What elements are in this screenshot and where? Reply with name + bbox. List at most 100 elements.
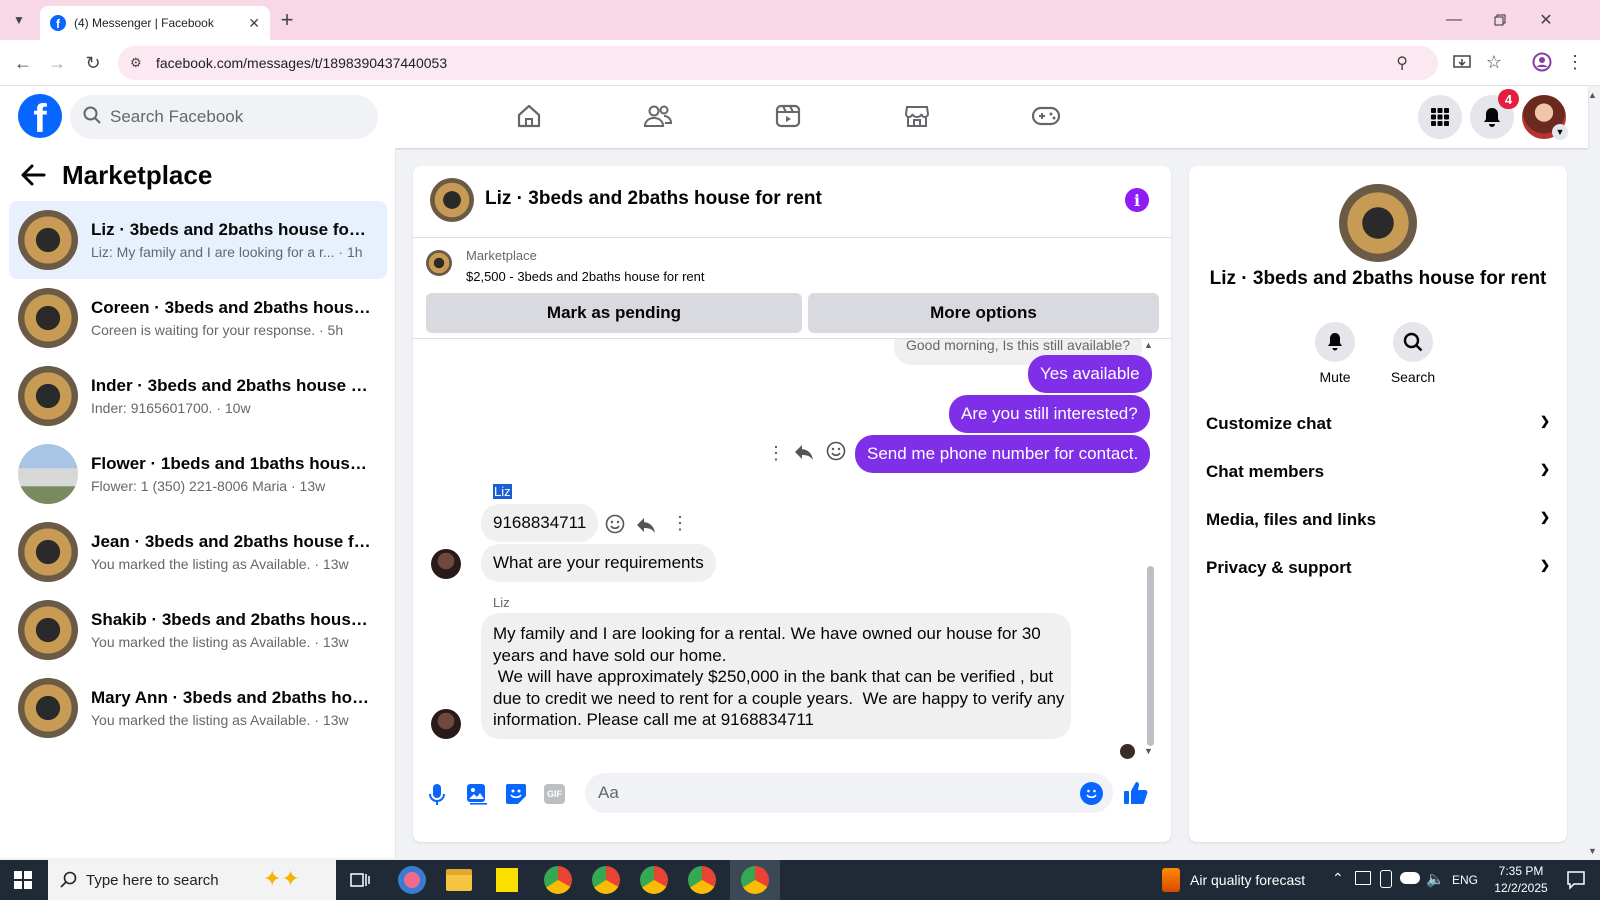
conversation-item[interactable]: Liz · 3beds and 2baths house for r... Liz… xyxy=(9,201,387,279)
url-field[interactable]: ⚙ facebook.com/messages/t/18983904374400… xyxy=(118,46,1438,80)
app-icon[interactable] xyxy=(398,866,426,894)
chat-header-avatar[interactable] xyxy=(430,178,474,222)
browser-menu-icon[interactable]: ⋮ xyxy=(1566,50,1584,74)
tray-chevron-up-icon[interactable]: ⌃ xyxy=(1332,870,1344,887)
chrome-profile-icon[interactable] xyxy=(640,866,668,894)
install-app-icon[interactable] xyxy=(1450,52,1474,74)
mute-button[interactable] xyxy=(1315,322,1355,362)
conversation-item[interactable]: Coreen · 3beds and 2baths house f... Core… xyxy=(9,279,387,357)
message-more-icon[interactable]: ⋮ xyxy=(671,513,689,534)
conversation-item[interactable]: Mary Ann · 3beds and 2baths hou... You ma… xyxy=(9,669,387,747)
conversation-preview: You marked the listing as Available. · 1… xyxy=(91,712,349,728)
page-scroll-up-icon[interactable]: ▲ xyxy=(1588,90,1597,100)
tab-list-icon[interactable]: ▼ xyxy=(8,10,30,30)
browser-tab[interactable]: f (4) Messenger | Facebook ✕ xyxy=(40,6,270,40)
close-tab-icon[interactable]: ✕ xyxy=(248,15,260,32)
minimize-icon[interactable]: — xyxy=(1442,8,1466,32)
conversation-item[interactable]: Inder · 3beds and 2baths house fo... Inde… xyxy=(9,357,387,435)
sticker-icon[interactable] xyxy=(505,783,527,810)
chrome-icon[interactable] xyxy=(544,866,572,894)
back-arrow-icon[interactable] xyxy=(20,164,46,191)
start-windows-icon[interactable] xyxy=(14,871,32,894)
taskbar-search-input[interactable]: Type here to search ✦✦ xyxy=(48,860,336,900)
privacy-support-section[interactable]: Privacy & support ❯ xyxy=(1206,558,1550,578)
friends-icon[interactable] xyxy=(640,100,676,132)
facebook-search-input[interactable]: Search Facebook xyxy=(70,95,378,139)
site-info-icon[interactable]: ⚙ xyxy=(130,55,142,71)
forward-icon[interactable]: → xyxy=(44,50,70,76)
search-label: Search xyxy=(1390,369,1436,385)
listing-thumbnail[interactable] xyxy=(426,250,452,276)
weather-icon[interactable] xyxy=(1162,868,1180,892)
chrome-profile-icon[interactable] xyxy=(688,866,716,894)
volume-icon[interactable]: 🔈 xyxy=(1426,870,1445,888)
sticky-notes-icon[interactable] xyxy=(496,868,518,892)
emoji-icon[interactable] xyxy=(1080,782,1103,805)
sender-avatar[interactable] xyxy=(431,549,461,579)
message-more-icon[interactable]: ⋮ xyxy=(767,443,785,464)
meet-now-icon[interactable] xyxy=(1380,870,1392,888)
scroll-up-icon[interactable]: ▲ xyxy=(1144,340,1153,350)
network-icon[interactable] xyxy=(1355,871,1371,885)
customize-chat-section[interactable]: Customize chat ❯ xyxy=(1206,414,1550,434)
notification-center-icon[interactable] xyxy=(1566,870,1586,895)
scroll-down-icon[interactable]: ▼ xyxy=(1144,746,1153,756)
info-title: Liz · 3beds and 2baths house for rent xyxy=(1209,268,1547,289)
reload-icon[interactable]: ↻ xyxy=(80,50,106,76)
thumbs-up-icon[interactable] xyxy=(1123,780,1149,811)
react-emoji-icon[interactable] xyxy=(605,514,625,539)
new-tab-icon[interactable]: + xyxy=(276,7,298,32)
info-icon[interactable]: i xyxy=(1125,188,1149,212)
clock-time[interactable]: 7:35 PM xyxy=(1488,864,1554,878)
zoom-icon[interactable]: ⚲ xyxy=(1396,53,1408,73)
chrome-profile-icon-active[interactable] xyxy=(741,866,769,894)
seen-avatar xyxy=(1120,744,1135,759)
info-avatar[interactable] xyxy=(1339,184,1417,262)
message-input[interactable]: Aa xyxy=(585,773,1113,813)
onedrive-cloud-icon[interactable] xyxy=(1400,872,1420,884)
marketplace-icon[interactable] xyxy=(899,100,935,132)
voice-clip-icon[interactable] xyxy=(428,783,446,812)
reply-icon[interactable] xyxy=(636,516,656,539)
chat-scrollbar-thumb[interactable] xyxy=(1147,566,1154,746)
more-options-button[interactable]: More options xyxy=(808,293,1159,333)
conversation-item[interactable]: Flower · 1beds and 1baths house f... Flow… xyxy=(9,435,387,513)
page-scroll-down-icon[interactable]: ▼ xyxy=(1588,846,1597,856)
search-in-chat-button[interactable] xyxy=(1393,322,1433,362)
task-view-icon[interactable] xyxy=(350,871,370,894)
message-list: Good morning, Is this still available? Y… xyxy=(413,339,1158,764)
listing-thumbnail xyxy=(18,288,78,348)
restore-icon[interactable] xyxy=(1488,8,1512,32)
chat-members-section[interactable]: Chat members ❯ xyxy=(1206,462,1550,482)
language-indicator[interactable]: ENG xyxy=(1452,873,1478,887)
home-icon[interactable] xyxy=(511,100,547,132)
attach-photo-icon[interactable] xyxy=(466,783,488,810)
chat-title[interactable]: Liz · 3beds and 2baths house for rent xyxy=(485,188,822,210)
weather-text[interactable]: Air quality forecast xyxy=(1190,872,1305,888)
clock-date[interactable]: 12/2/2025 xyxy=(1488,881,1554,895)
mark-as-pending-button[interactable]: Mark as pending xyxy=(426,293,802,333)
conversation-item[interactable]: Shakib · 3beds and 2baths house f... You … xyxy=(9,591,387,669)
menu-grid-icon[interactable] xyxy=(1418,95,1462,139)
bookmark-star-icon[interactable]: ☆ xyxy=(1482,50,1506,74)
close-window-icon[interactable]: ✕ xyxy=(1534,8,1558,32)
account-chevron-down-icon[interactable]: ▼ xyxy=(1552,124,1568,140)
gif-icon[interactable]: GIF xyxy=(544,784,565,804)
file-explorer-icon[interactable] xyxy=(446,869,472,891)
conversation-preview: You marked the listing as Available. · 1… xyxy=(91,556,349,572)
react-emoji-icon[interactable] xyxy=(826,441,846,466)
section-label: Media, files and links xyxy=(1206,510,1377,529)
chrome-profile-icon[interactable] xyxy=(592,866,620,894)
chevron-down-icon: ❯ xyxy=(1539,510,1550,524)
profile-icon[interactable] xyxy=(1530,50,1554,74)
reply-icon[interactable] xyxy=(794,443,814,466)
sender-avatar[interactable] xyxy=(431,709,461,739)
video-icon[interactable] xyxy=(770,100,806,132)
media-files-links-section[interactable]: Media, files and links ❯ xyxy=(1206,510,1550,530)
address-bar-row: ← → ↻ ⚙ facebook.com/messages/t/18983904… xyxy=(0,40,1600,86)
listing-detail[interactable]: $2,500 - 3beds and 2baths house for rent xyxy=(466,269,705,284)
conversation-item[interactable]: Jean · 3beds and 2baths house for ... You… xyxy=(9,513,387,591)
facebook-logo-icon[interactable]: f xyxy=(18,94,62,138)
gaming-icon[interactable] xyxy=(1028,100,1064,132)
back-icon[interactable]: ← xyxy=(10,50,36,76)
